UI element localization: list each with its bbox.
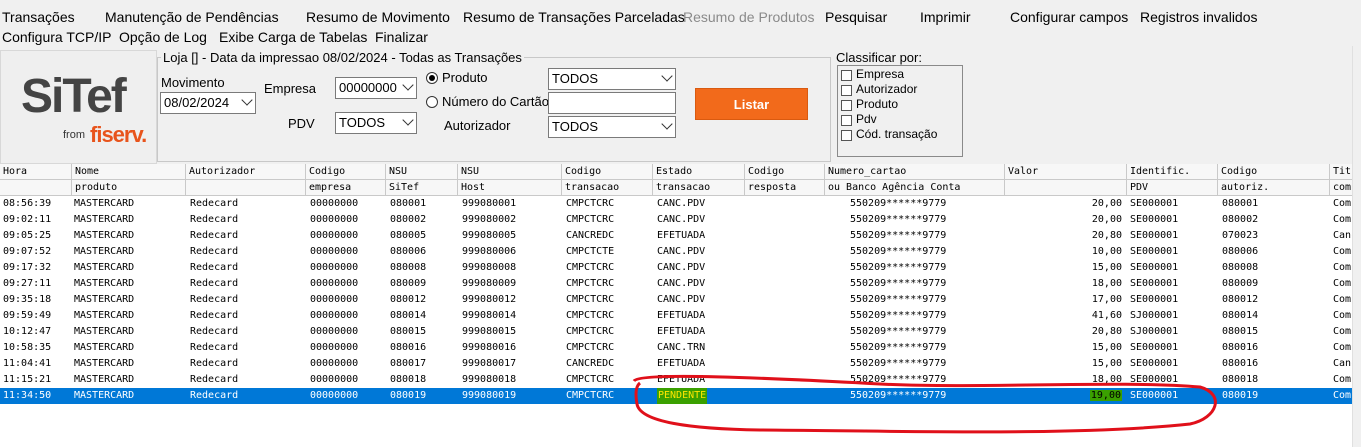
red-annotation-circle xyxy=(632,374,1217,434)
